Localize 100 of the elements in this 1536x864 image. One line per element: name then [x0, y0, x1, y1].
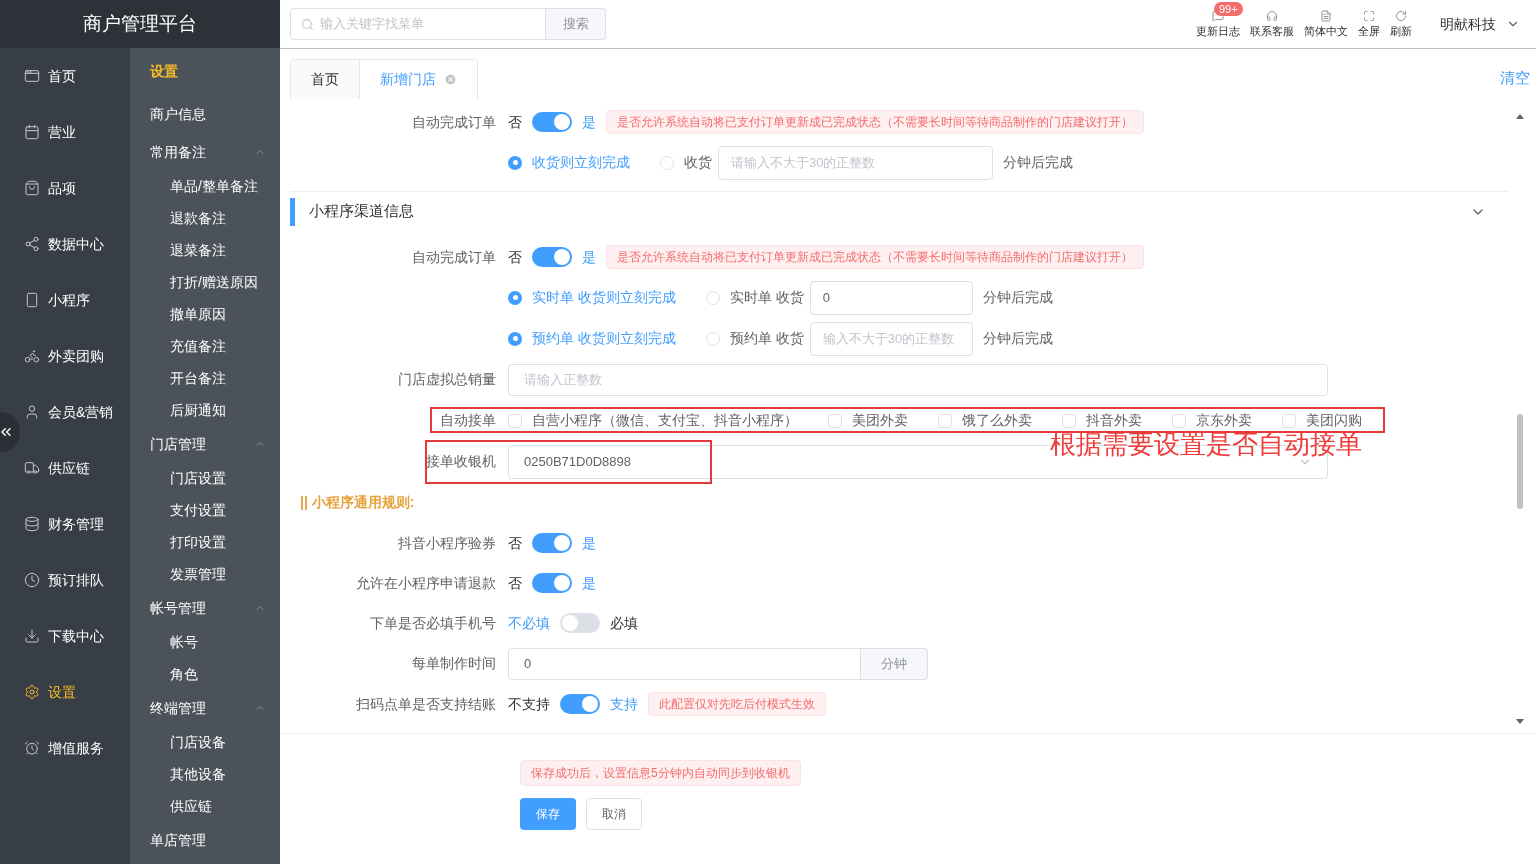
unit-label: 分钟后完成: [982, 288, 1053, 307]
toggle-on-label: 必填: [610, 613, 638, 633]
toggle-switch[interactable]: [532, 533, 572, 553]
clock-icon: [24, 572, 40, 588]
sub-nav-item[interactable]: 门店设置: [170, 467, 226, 489]
field-label: 下单是否必填手机号: [370, 614, 496, 631]
number-input[interactable]: 0: [508, 647, 861, 680]
field-label: 门店虚拟总销量: [398, 371, 496, 387]
checkbox-option[interactable]: 自营小程序（微信、支付宝、抖音小程序）: [508, 410, 798, 431]
toggle-on-label: 是: [582, 533, 596, 553]
radio-option[interactable]: 收货: [660, 152, 712, 173]
unit-addon: 分钟: [861, 647, 928, 680]
checkbox-option[interactable]: 饿了么外卖: [938, 410, 1032, 431]
fullscreen-icon: [1363, 10, 1375, 22]
sub-nav-item[interactable]: 发票管理: [170, 563, 226, 585]
count-badge: 99+: [1214, 2, 1243, 16]
sub-nav-item[interactable]: 帐号: [170, 631, 198, 653]
nav-item[interactable]: 供应链: [24, 457, 90, 479]
sub-nav-item[interactable]: 充值备注: [170, 335, 226, 357]
toggle-on-label: 是: [582, 247, 596, 267]
field-label: 自动完成订单: [412, 113, 496, 130]
bike-icon: [24, 348, 40, 364]
sub-nav-item[interactable]: 退款备注: [170, 207, 226, 229]
cancel-button[interactable]: 取消: [586, 798, 642, 830]
toggle-switch[interactable]: [532, 247, 572, 267]
nav-item[interactable]: 小程序: [24, 289, 90, 311]
sub-nav-item[interactable]: 终端管理: [150, 697, 254, 719]
nav-item[interactable]: 品项: [24, 177, 76, 199]
sub-nav-item[interactable]: 供应链: [170, 795, 212, 817]
sub-nav-item[interactable]: 后厨通知: [170, 399, 226, 421]
sub-nav-item[interactable]: 支付设置: [170, 499, 226, 521]
hint-note: 是否允许系统自动将已支付订单更新成已完成状态（不需要长时间等待商品制作的门店建议打开）: [606, 245, 1144, 269]
sub-nav-item[interactable]: 打印设置: [170, 531, 226, 553]
checkbox-option[interactable]: 京东外卖: [1172, 410, 1252, 431]
toggle-switch[interactable]: [532, 112, 572, 132]
sub-nav-item[interactable]: 撤单原因: [170, 303, 226, 325]
sub-nav-item[interactable]: 角色: [170, 663, 198, 685]
checkbox-option[interactable]: 美团闪购: [1282, 410, 1362, 431]
share-icon: [24, 236, 40, 252]
sub-nav-title: 设置: [150, 61, 178, 81]
sub-nav-item[interactable]: 门店设备: [170, 731, 226, 753]
nav-item[interactable]: 下载中心: [24, 625, 104, 647]
nav-item[interactable]: 增值服务: [24, 737, 104, 759]
nav-item[interactable]: 财务管理: [24, 513, 104, 535]
page-tab[interactable]: 首页: [291, 60, 359, 99]
rule-heading: || 小程序通用规则:: [300, 493, 415, 512]
toggle-off-label: 不支持: [508, 694, 550, 714]
toolbar-button[interactable]: 联系客服: [1250, 10, 1294, 38]
sub-nav-item[interactable]: 打折/赠送原因: [170, 271, 258, 293]
toolbar-button[interactable]: 全屏: [1358, 10, 1380, 38]
sub-nav-item[interactable]: 门店管理: [150, 433, 254, 455]
nav-item[interactable]: 营业: [24, 121, 76, 143]
field-label: 扫码点单是否支持结账: [356, 695, 496, 712]
toggle-off-label: 否: [508, 533, 522, 553]
search-icon: [301, 17, 314, 31]
nav-item[interactable]: 会员&营销: [24, 401, 114, 423]
checkbox-option[interactable]: 抖音外卖: [1062, 410, 1142, 431]
settings-icon: [24, 684, 40, 700]
sub-nav-item[interactable]: 退菜备注: [170, 239, 226, 261]
sub-nav-item[interactable]: 常用备注: [150, 141, 254, 163]
sub-nav-item[interactable]: 其他设备: [170, 763, 226, 785]
radio-option[interactable]: 实时单 收货: [705, 287, 804, 308]
sub-nav-item[interactable]: 开台备注: [170, 367, 226, 389]
toggle-off-label: 不必填: [508, 613, 550, 633]
toggle-on-label: 是: [582, 112, 596, 132]
close-icon[interactable]: [444, 73, 457, 86]
toggle-switch[interactable]: [532, 573, 572, 593]
field-label: 接单收银机: [426, 453, 496, 469]
field-label: 自动接单: [440, 412, 496, 428]
nav-item[interactable]: 预订排队: [24, 569, 104, 591]
radio-option[interactable]: 预约单 收货: [705, 328, 804, 349]
number-input[interactable]: 0: [809, 280, 973, 315]
unit-label: 分钟后完成: [1003, 153, 1073, 172]
sub-nav-item[interactable]: 帐号管理: [150, 597, 254, 619]
nav-item[interactable]: 外卖团购: [24, 345, 104, 367]
checkbox-option[interactable]: 美团外卖: [828, 410, 908, 431]
nav-item[interactable]: 首页: [24, 65, 76, 87]
sub-nav-item[interactable]: 单店管理: [150, 829, 266, 851]
truck-icon: [24, 460, 40, 476]
user-menu[interactable]: 明献科技: [1440, 13, 1520, 35]
calendar-icon: [24, 124, 40, 140]
database-icon: [24, 516, 40, 532]
document-icon: [1320, 10, 1332, 22]
toolbar-button[interactable]: 刷新: [1390, 10, 1412, 38]
unit-label: 分钟后完成: [982, 329, 1053, 348]
section-title: 小程序渠道信息: [309, 201, 414, 222]
hint-note: 是否允许系统自动将已支付订单更新成已完成状态（不需要长时间等待商品制作的门店建议打开）: [606, 110, 1144, 134]
toolbar-button[interactable]: 简体中文: [1304, 10, 1348, 38]
toggle-switch[interactable]: [560, 694, 600, 714]
hint-note: 保存成功后，设置信息5分钟内自动同步到收银机: [520, 760, 801, 786]
hint-note: 此配置仅对先吃后付模式生效: [648, 692, 826, 716]
field-label: 自动完成订单: [412, 248, 496, 265]
toggle-off-label: 否: [508, 573, 522, 593]
nav-item[interactable]: 设置: [24, 681, 76, 703]
sub-nav-item[interactable]: 商户信息: [150, 103, 266, 125]
toggle-switch[interactable]: [560, 613, 600, 633]
toggle-on-label: 支持: [610, 694, 638, 714]
sub-nav-item[interactable]: 单品/整单备注: [170, 175, 258, 197]
nav-item[interactable]: 数据中心: [24, 233, 104, 255]
scrollbar[interactable]: [1516, 114, 1524, 724]
